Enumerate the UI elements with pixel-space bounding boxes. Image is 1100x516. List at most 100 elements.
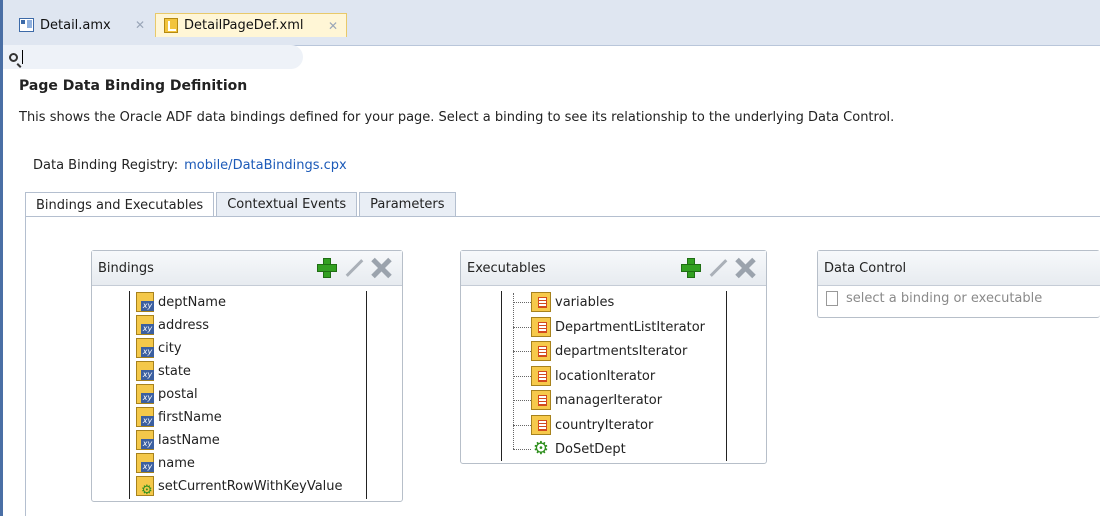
xml-file-icon bbox=[164, 18, 178, 33]
add-executable-icon[interactable] bbox=[680, 257, 702, 279]
data-control-placeholder: select a binding or executable bbox=[826, 291, 1042, 306]
executable-label: variables bbox=[555, 294, 615, 310]
delete-binding-icon[interactable] bbox=[370, 257, 392, 279]
executable-label: managerIterator bbox=[555, 392, 663, 408]
list-item[interactable]: lastName bbox=[136, 429, 220, 451]
list-item[interactable]: state bbox=[136, 360, 191, 382]
executable-label: DoSetDept bbox=[555, 441, 626, 457]
gear-icon: ⚙ bbox=[532, 438, 550, 459]
binding-label: deptName bbox=[158, 294, 226, 310]
iterator-icon bbox=[531, 317, 551, 337]
page-title: Page Data Binding Definition bbox=[19, 78, 248, 94]
data-control-panel: Data Control select a binding or executa… bbox=[817, 250, 1100, 318]
attribute-binding-icon bbox=[136, 453, 154, 473]
executables-title: Executables bbox=[467, 260, 546, 276]
registry-link[interactable]: mobile/DataBindings.cpx bbox=[184, 158, 347, 173]
binding-label: firstName bbox=[158, 409, 222, 425]
executables-header: Executables bbox=[461, 251, 766, 286]
tree-connector bbox=[513, 400, 531, 402]
binding-label: name bbox=[158, 455, 195, 471]
tab-contextual-events[interactable]: Contextual Events bbox=[216, 192, 358, 216]
iterator-icon bbox=[531, 292, 551, 312]
tab-detail-amx[interactable]: Detail.amx ✕ bbox=[11, 13, 153, 37]
list-item[interactable]: deptName bbox=[136, 291, 226, 313]
list-item[interactable]: address bbox=[136, 314, 209, 336]
tab-label: Detail.amx bbox=[40, 17, 111, 33]
attribute-binding-icon bbox=[136, 338, 154, 358]
tree-connector bbox=[513, 327, 531, 329]
binding-label: address bbox=[158, 317, 210, 333]
list-item[interactable]: departmentsIterator bbox=[531, 340, 687, 362]
list-item[interactable]: ⚙ DoSetDept bbox=[531, 438, 626, 460]
search-icon bbox=[9, 52, 18, 62]
add-binding-icon[interactable] bbox=[316, 257, 338, 279]
bindings-header: Bindings bbox=[92, 251, 402, 286]
page-description: This shows the Oracle ADF data bindings … bbox=[19, 110, 895, 125]
list-item[interactable]: variables bbox=[531, 291, 614, 313]
edit-executable-icon[interactable] bbox=[708, 258, 728, 278]
binding-label: lastName bbox=[158, 432, 220, 448]
page-tab-strip: Bindings and Executables Contextual Even… bbox=[25, 192, 458, 217]
bindings-panel: Bindings deptName address city state pos… bbox=[91, 250, 403, 502]
attribute-binding-icon bbox=[136, 384, 154, 404]
attribute-binding-icon bbox=[136, 315, 154, 335]
tab-parameters[interactable]: Parameters bbox=[359, 192, 456, 216]
close-icon[interactable]: ✕ bbox=[135, 18, 145, 32]
search-bar[interactable] bbox=[3, 45, 303, 69]
list-left-rule bbox=[501, 291, 502, 461]
editor-left-border bbox=[0, 0, 3, 516]
attribute-binding-icon bbox=[136, 407, 154, 427]
tree-connector bbox=[513, 449, 531, 451]
document-icon bbox=[826, 291, 838, 306]
executable-label: locationIterator bbox=[555, 368, 656, 384]
binding-label: setCurrentRowWithKeyValue bbox=[158, 478, 343, 494]
method-binding-icon bbox=[136, 476, 154, 497]
executable-label: countryIterator bbox=[555, 417, 654, 433]
list-right-rule bbox=[726, 291, 727, 461]
data-control-header: Data Control bbox=[818, 251, 1100, 286]
tab-bindings-and-executables[interactable]: Bindings and Executables bbox=[25, 192, 215, 217]
list-item[interactable]: name bbox=[136, 452, 195, 474]
list-right-rule bbox=[366, 291, 367, 499]
list-left-rule bbox=[129, 291, 130, 499]
executable-label: DepartmentListIterator bbox=[555, 319, 706, 335]
tree-connector bbox=[513, 302, 531, 304]
binding-label: state bbox=[158, 363, 191, 379]
list-item[interactable]: firstName bbox=[136, 406, 222, 428]
attribute-binding-icon bbox=[136, 430, 154, 450]
iterator-icon bbox=[531, 390, 551, 410]
edit-binding-icon[interactable] bbox=[344, 258, 364, 278]
list-item[interactable]: setCurrentRowWithKeyValue bbox=[136, 475, 343, 497]
list-item[interactable]: postal bbox=[136, 383, 198, 405]
tab-detailpagedef-xml[interactable]: DetailPageDef.xml ✕ bbox=[155, 13, 347, 37]
executables-panel: Executables variables DepartmentListIter… bbox=[460, 250, 767, 464]
tree-connector bbox=[513, 425, 531, 427]
attribute-binding-icon bbox=[136, 292, 154, 312]
iterator-icon bbox=[531, 415, 551, 435]
binding-label: postal bbox=[158, 386, 198, 402]
list-item[interactable]: DepartmentListIterator bbox=[531, 316, 705, 338]
editor-tab-bar: Detail.amx ✕ DetailPageDef.xml ✕ bbox=[3, 0, 1100, 46]
tab-content-border bbox=[25, 216, 26, 516]
attribute-binding-icon bbox=[136, 361, 154, 381]
tab-divider bbox=[25, 216, 1100, 217]
data-control-title: Data Control bbox=[824, 260, 907, 276]
iterator-icon bbox=[531, 366, 551, 386]
delete-executable-icon[interactable] bbox=[734, 257, 756, 279]
list-item[interactable]: locationIterator bbox=[531, 365, 655, 387]
tree-connector bbox=[513, 376, 531, 378]
list-item[interactable]: countryIterator bbox=[531, 414, 653, 436]
tree-connector bbox=[513, 351, 531, 353]
binding-label: city bbox=[158, 340, 182, 356]
placeholder-text: select a binding or executable bbox=[846, 291, 1043, 306]
list-item[interactable]: managerIterator bbox=[531, 389, 662, 411]
close-icon[interactable]: ✕ bbox=[328, 19, 338, 33]
list-item[interactable]: city bbox=[136, 337, 182, 359]
tab-label: DetailPageDef.xml bbox=[184, 18, 304, 33]
search-input[interactable] bbox=[23, 48, 277, 66]
data-binding-registry: Data Binding Registry: mobile/DataBinding… bbox=[33, 158, 347, 173]
bindings-title: Bindings bbox=[98, 260, 154, 276]
iterator-icon bbox=[531, 341, 551, 361]
amx-file-icon bbox=[19, 18, 34, 32]
executable-label: departmentsIterator bbox=[555, 343, 688, 359]
